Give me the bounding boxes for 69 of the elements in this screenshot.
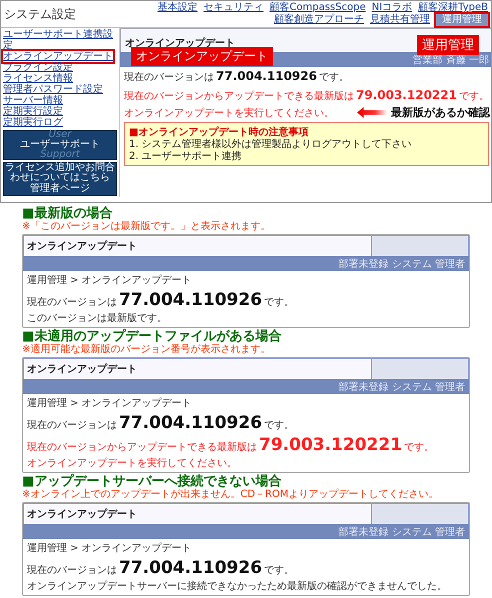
sidebar-link[interactable]: 定期実行ログ [3,117,63,128]
nav-link[interactable]: NIコラボ [372,2,412,14]
update-label: 現在のバージョンからアップデートできる最新版は [124,90,354,103]
update-suffix: です。 [458,90,489,103]
update-instruction: オンラインアップデートを実行してください。 [26,456,238,471]
arrow-icon [356,107,387,118]
section-heading: ■最新版の場合 [22,207,114,221]
update-version: 79.003.120221 [356,88,457,102]
version-label: 現在のバージョンは [27,419,117,432]
sidebar-link[interactable]: ライセンス情報 [3,73,73,84]
update-label: 現在のバージョンからアップデートできる最新版は [27,440,257,454]
notice-item: 1. システム管理者様以外は管理製品よりログアウトして下さい [129,139,413,150]
banner-title: 管理者ページ [30,183,90,195]
version-label: 現在のバージョンは [27,296,117,309]
app-title: システム設定 [4,6,76,22]
version-suffix: です。 [318,71,349,84]
support-banner[interactable]: User ユーザーサポート Support [3,130,117,160]
section-heading: ■未適用のアップデートファイルがある場合 [22,330,282,344]
sidebar-link[interactable]: オンラインアップデート [3,51,113,62]
callout-label: 運用管理 [417,35,479,55]
nav-link[interactable]: 顧客深耕TypeB [418,2,488,14]
page-title: オンラインアップデート [24,504,372,524]
banner-watermark: User [48,131,72,139]
status-message: このバージョンは最新版です。 [26,312,168,326]
sidebar-link[interactable]: ユーザーサポート連携設定 [3,29,117,51]
sidebar-link[interactable]: 管理者パスワード設定 [3,84,103,95]
nav-link[interactable]: 基本設定 [158,2,198,14]
section-note: ※オンライン上でのアップデートが出来ません。CD－ROMよりアップデートしてください。 [22,489,440,501]
user-name: 部署未登録 システム 管理者 [338,527,465,538]
sidebar-link[interactable]: 定期実行設定 [3,106,63,117]
section-heading: ■アップデートサーバーへ接続できない場合 [22,475,282,489]
callout-label: オンラインアップデート [131,47,273,66]
update-version: 79.003.120221 [259,435,402,455]
version-number: 77.004.110926 [216,69,317,83]
version-suffix: です。 [264,419,294,432]
version-number: 77.004.110926 [119,558,262,578]
breadcrumb: 運用管理 > オンラインアップデート [26,396,193,411]
page-title: オンラインアップデート [24,236,372,256]
section-note: ※「このバージョンは最新版です。」と表示されます。 [22,221,272,233]
sidebar-link[interactable]: サーバー情報 [3,95,63,106]
notice-title: ■オンラインアップデート時の注意事項 [129,125,310,138]
update-instruction: オンラインアップデートを実行してください。 [124,106,334,120]
banner-note: ライセンス追加やお問合わせについてはこちら [4,163,116,183]
nav-link[interactable]: 顧客CompassScope [270,2,366,14]
breadcrumb: 運用管理 > オンラインアップデート [26,274,193,288]
page-title: オンラインアップデート [125,38,235,49]
section-note: ※適用可能な最新版のバージョン番号が表示されます。 [22,344,272,356]
banner-watermark: Support [40,151,80,159]
sidebar-link[interactable]: プラグイン設定 [3,62,73,73]
nav-link[interactable]: セキュリティ [204,2,264,14]
version-label: 現在のバージョンは [27,564,117,577]
version-number: 77.004.110926 [119,290,262,310]
version-number: 77.004.110926 [119,413,262,433]
admin-banner[interactable]: ライセンス追加やお問合わせについてはこちら 管理者ページ [3,162,117,196]
version-label: 現在のバージョンは [124,71,214,84]
version-suffix: です。 [264,564,294,577]
status-message: オンラインアップデートサーバーに接続できなかったため最新版の確認ができませんでした。 [26,580,448,594]
update-suffix: です。 [404,441,434,454]
page-title: オンラインアップデート [24,359,372,379]
user-name: 部署未登録 システム 管理者 [338,259,465,270]
nav-link[interactable]: 見積共有管理 [370,14,430,26]
version-suffix: です。 [264,296,294,309]
callout-text: 最新版があるか確認 [390,105,490,120]
banner-title: ユーザーサポート [20,139,100,150]
notice-item: 2. ユーザーサポート連携 [129,151,243,163]
breadcrumb: 運用管理 > オンラインアップデート [26,542,193,556]
user-name: 営業部 斉藤 一郎 [412,55,489,66]
nav-link[interactable]: 顧客創造アプローチ [274,14,364,26]
user-name: 部署未登録 システム 管理者 [338,382,465,393]
